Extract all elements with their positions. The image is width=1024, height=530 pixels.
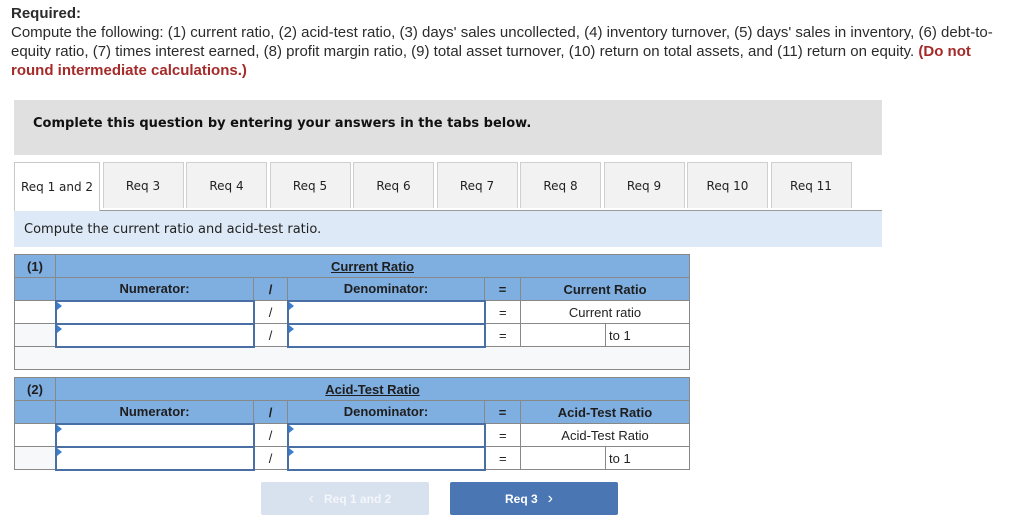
instruction-banner: Complete this question by entering your … bbox=[14, 100, 882, 155]
to-one-label: to 1 bbox=[605, 323, 690, 347]
current-ratio-denominator-input-1[interactable] bbox=[288, 301, 484, 323]
divide-symbol: / bbox=[253, 400, 288, 424]
current-ratio-numerator-input-2[interactable] bbox=[56, 324, 253, 346]
denominator-cell bbox=[286, 299, 486, 325]
numerator-header: Numerator: bbox=[55, 400, 254, 424]
required-instructions: Required: Compute the following: (1) cur… bbox=[11, 4, 1011, 80]
equals-symbol: = bbox=[484, 323, 521, 347]
denominator-cell bbox=[286, 422, 486, 448]
acid-test-value-input[interactable] bbox=[521, 446, 609, 470]
acid-test-ratio-title: Acid-Test Ratio bbox=[55, 377, 690, 401]
requirement-tabs: Req 1 and 2 Req 3 Req 4 Req 5 Req 6 Req … bbox=[14, 162, 854, 211]
equals-symbol: = bbox=[484, 446, 521, 470]
tab-req-6[interactable]: Req 6 bbox=[353, 162, 434, 208]
equals-symbol: = bbox=[484, 277, 521, 301]
blank-cell bbox=[14, 400, 56, 424]
dropdown-flag-icon bbox=[56, 424, 62, 433]
section-number: (1) bbox=[14, 254, 56, 278]
result-header: Acid-Test Ratio bbox=[520, 400, 690, 424]
to-one-label: to 1 bbox=[605, 446, 690, 470]
dropdown-flag-icon bbox=[288, 447, 294, 456]
equals-symbol: = bbox=[484, 400, 521, 424]
banner-text: Complete this question by entering your … bbox=[33, 116, 532, 131]
numerator-header: Numerator: bbox=[55, 277, 254, 301]
denominator-header: Denominator: bbox=[287, 277, 485, 301]
result-label: Current ratio bbox=[520, 300, 690, 324]
blank-cell bbox=[14, 277, 56, 301]
chevron-left-icon: ‹ bbox=[308, 489, 314, 507]
blank-cell bbox=[14, 323, 56, 347]
numerator-cell bbox=[54, 322, 255, 348]
blank-cell bbox=[14, 300, 56, 324]
prev-req-label: Req 1 and 2 bbox=[323, 491, 392, 506]
equals-symbol: = bbox=[484, 423, 521, 447]
acid-test-denominator-input-1[interactable] bbox=[288, 424, 484, 446]
tab-req-8[interactable]: Req 8 bbox=[520, 162, 601, 208]
numerator-cell bbox=[54, 445, 255, 471]
blank-cell bbox=[14, 446, 56, 470]
tab-req-9[interactable]: Req 9 bbox=[603, 162, 685, 208]
acid-test-numerator-input-1[interactable] bbox=[56, 424, 253, 446]
equals-symbol: = bbox=[484, 300, 521, 324]
section-number: (2) bbox=[14, 377, 56, 401]
tab-req-3[interactable]: Req 3 bbox=[102, 162, 184, 208]
acid-test-numerator-input-2[interactable] bbox=[56, 447, 253, 469]
tab-req-1-and-2[interactable]: Req 1 and 2 bbox=[14, 162, 100, 211]
dropdown-flag-icon bbox=[288, 324, 294, 333]
dropdown-flag-icon bbox=[288, 424, 294, 433]
current-ratio-value-input[interactable] bbox=[521, 323, 609, 347]
tab-req-4[interactable]: Req 4 bbox=[186, 162, 267, 208]
current-ratio-title: Current Ratio bbox=[55, 254, 690, 278]
acid-test-value-cell bbox=[520, 446, 609, 470]
tab-instruction: Compute the current ratio and acid-test … bbox=[14, 211, 882, 247]
result-header: Current Ratio bbox=[520, 277, 690, 301]
tab-instruction-text: Compute the current ratio and acid-test … bbox=[24, 222, 322, 237]
section-spacer bbox=[14, 346, 690, 370]
tab-req-10[interactable]: Req 10 bbox=[687, 162, 768, 208]
chevron-right-icon: › bbox=[547, 489, 553, 507]
acid-test-denominator-input-2[interactable] bbox=[288, 447, 484, 469]
denominator-cell bbox=[286, 445, 486, 471]
blank-cell bbox=[14, 423, 56, 447]
divide-symbol: / bbox=[253, 277, 288, 301]
next-req-button[interactable]: Req 3 › bbox=[450, 482, 618, 515]
acid-test-ratio-table: (2) Acid-Test Ratio Numerator: / Denomin… bbox=[14, 377, 690, 471]
next-req-label: Req 3 bbox=[504, 491, 538, 506]
denominator-header: Denominator: bbox=[287, 400, 485, 424]
required-heading: Required: bbox=[11, 5, 82, 22]
prev-req-button[interactable]: ‹ Req 1 and 2 bbox=[261, 482, 429, 515]
dropdown-flag-icon bbox=[288, 301, 294, 310]
current-ratio-numerator-input-1[interactable] bbox=[56, 301, 253, 323]
result-label: Acid-Test Ratio bbox=[520, 423, 690, 447]
divide-symbol: / bbox=[253, 323, 288, 347]
current-ratio-table: (1) Current Ratio Numerator: / Denominat… bbox=[14, 254, 690, 370]
dropdown-flag-icon bbox=[56, 324, 62, 333]
required-text: Compute the following: (1) current ratio… bbox=[11, 24, 993, 60]
current-ratio-denominator-input-2[interactable] bbox=[288, 324, 484, 346]
dropdown-flag-icon bbox=[56, 301, 62, 310]
divide-symbol: / bbox=[253, 423, 288, 447]
tab-req-5[interactable]: Req 5 bbox=[269, 162, 351, 208]
dropdown-flag-icon bbox=[56, 447, 62, 456]
divide-symbol: / bbox=[253, 300, 288, 324]
tab-req-7[interactable]: Req 7 bbox=[436, 162, 518, 208]
current-ratio-value-cell bbox=[520, 323, 609, 347]
denominator-cell bbox=[286, 322, 486, 348]
divide-symbol: / bbox=[253, 446, 288, 470]
numerator-cell bbox=[54, 422, 255, 448]
numerator-cell bbox=[54, 299, 255, 325]
tab-req-11[interactable]: Req 11 bbox=[770, 162, 852, 208]
